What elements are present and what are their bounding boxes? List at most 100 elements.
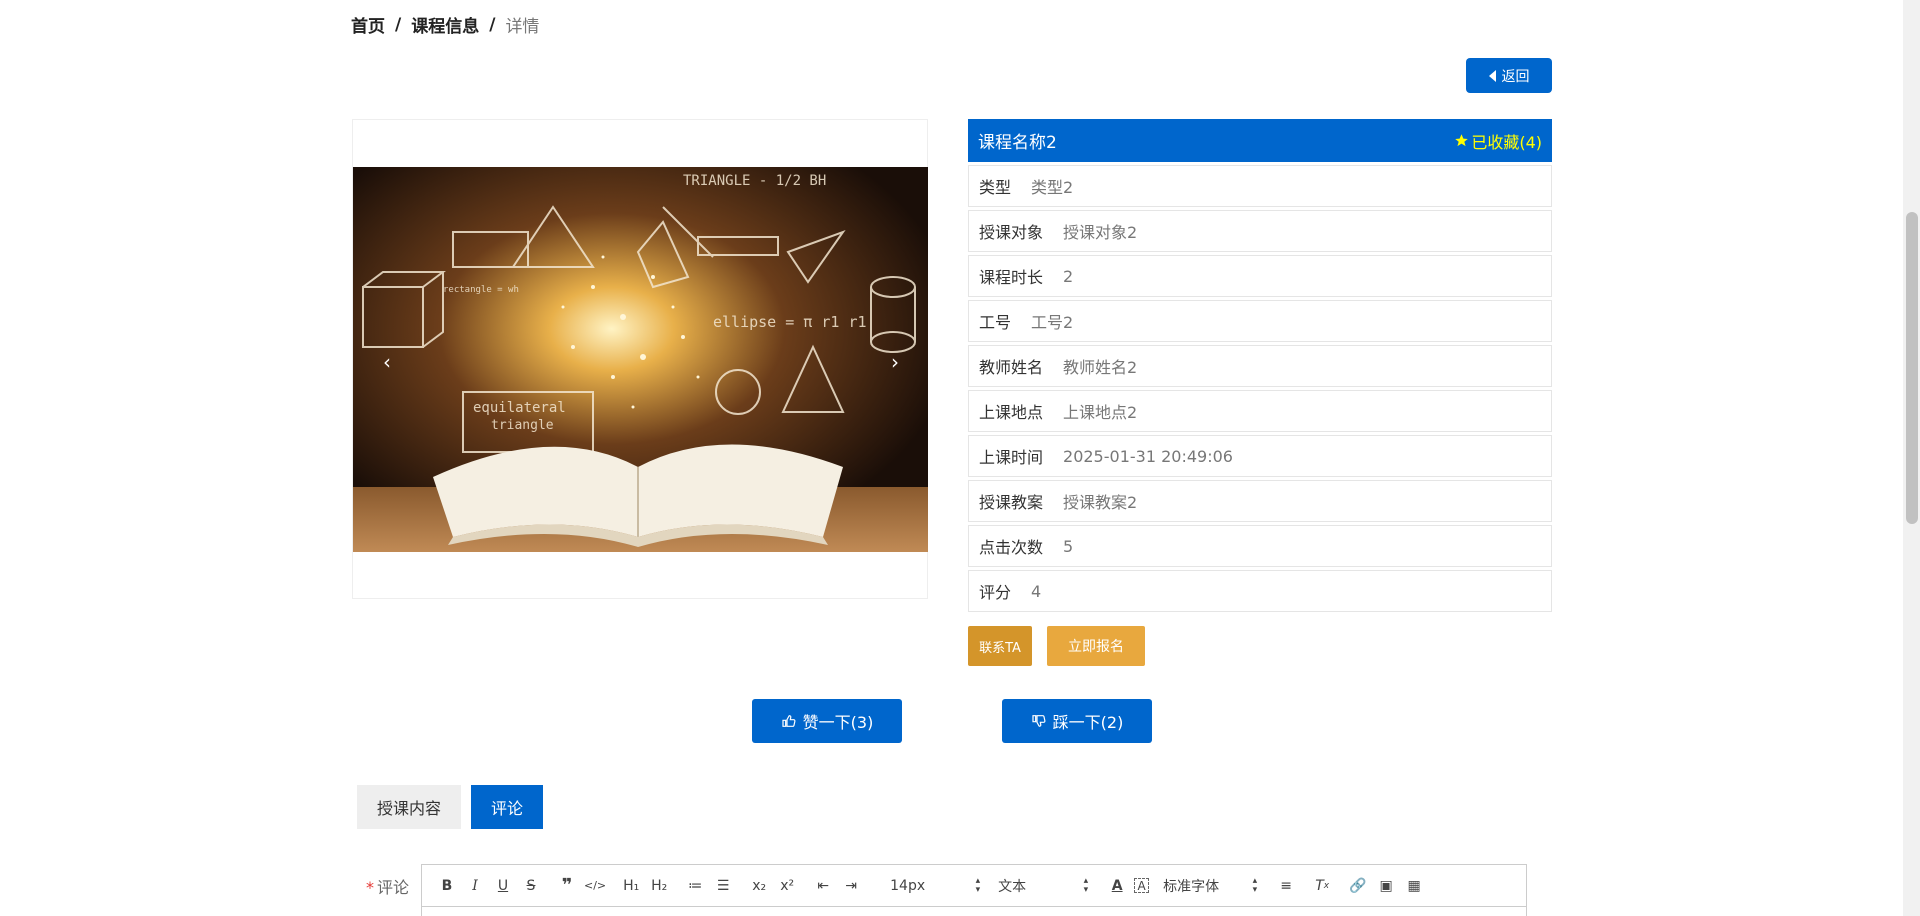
info-row-time: 上课时间 2025-01-31 20:49:06 (968, 435, 1552, 477)
thumbs-down-icon (1032, 715, 1046, 727)
info-value: 5 (1063, 536, 1074, 556)
course-title: 课程名称2 (978, 133, 1057, 153)
like-button[interactable]: 赞一下(3) (752, 699, 902, 743)
svg-text:triangle: triangle (491, 418, 554, 433)
course-info-panel: 课程名称2 已收藏(4) 类型 类型2 授课对象 授课对象2 课程时长 2 工号 工号2… (968, 119, 1552, 612)
info-value: 2025-01-31 20:49:06 (1063, 446, 1233, 466)
bullet-list-icon[interactable]: ☰ (712, 875, 734, 897)
carousel-next-button[interactable]: › (891, 350, 899, 374)
heading-1-icon[interactable]: H₁ (620, 875, 642, 897)
contact-button[interactable]: 联系TA (968, 626, 1032, 666)
info-key: 课程时长 (979, 268, 1044, 287)
back-button[interactable]: 返回 (1466, 58, 1552, 93)
caret-left-icon (1488, 69, 1496, 82)
info-value: 教师姓名2 (1063, 358, 1138, 377)
breadcrumb: 首页 / 课程信息 / 详情 (351, 12, 540, 38)
font-size-value: 14px (890, 877, 926, 894)
info-key: 授课对象 (979, 223, 1044, 242)
outdent-icon[interactable]: ⇤ (812, 875, 834, 897)
image-carousel: TRIANGLE - 1/2 BH ellipse = π r1 r1 equi… (352, 119, 928, 599)
info-value: 工号2 (1031, 313, 1074, 332)
align-icon[interactable]: ≡ (1275, 875, 1297, 897)
info-row-type: 类型 类型2 (968, 165, 1552, 207)
comment-label: * 评论 (366, 874, 409, 898)
info-row-location: 上课地点 上课地点2 (968, 390, 1552, 432)
course-image: TRIANGLE - 1/2 BH ellipse = π r1 r1 equi… (353, 167, 928, 552)
underline-icon[interactable]: U (492, 875, 514, 897)
info-row-lesson-plan: 授课教案 授课教案2 (968, 480, 1552, 522)
font-family-value: 标准字体 (1163, 878, 1220, 895)
info-value: 4 (1031, 581, 1042, 601)
dislike-button[interactable]: 踩一下(2) (1002, 699, 1152, 743)
info-value: 授课对象2 (1063, 223, 1138, 242)
info-row-audience: 授课对象 授课对象2 (968, 210, 1552, 252)
video-icon[interactable]: ▦ (1403, 875, 1425, 897)
background-color-icon[interactable]: A (1134, 878, 1150, 893)
tab-comment[interactable]: 评论 (471, 785, 543, 829)
code-block-icon[interactable]: </> (584, 875, 606, 897)
font-color-icon[interactable]: A (1106, 875, 1128, 897)
select-arrows-icon: ▴ ▾ (975, 875, 981, 895)
info-key: 教师姓名 (979, 358, 1044, 377)
info-value: 上课地点2 (1063, 403, 1138, 422)
info-value: 类型2 (1031, 178, 1074, 197)
blockquote-icon[interactable]: ❞ (556, 875, 578, 897)
header-select[interactable]: 文本 ▴ ▾ (998, 876, 1088, 896)
comment-label-text: 评论 (377, 878, 410, 897)
info-row-rating: 评分 4 (968, 570, 1552, 612)
bold-icon[interactable]: B (436, 875, 458, 897)
clear-format-icon[interactable]: Tx (1311, 875, 1333, 897)
required-mark: * (366, 878, 374, 897)
back-button-label: 返回 (1501, 68, 1530, 85)
enroll-button[interactable]: 立即报名 (1047, 626, 1145, 666)
superscript-icon[interactable]: x² (776, 875, 798, 897)
info-key: 类型 (979, 178, 1012, 197)
page-scrollbar[interactable] (1903, 0, 1920, 916)
breadcrumb-current: 详情 (505, 17, 540, 37)
course-title-bar: 课程名称2 已收藏(4) (968, 119, 1552, 162)
info-row-staff-id: 工号 工号2 (968, 300, 1552, 342)
info-row-teacher: 教师姓名 教师姓名2 (968, 345, 1552, 387)
link-icon[interactable]: 🔗 (1347, 875, 1369, 897)
heading-2-icon[interactable]: H₂ (648, 875, 670, 897)
info-row-clicks: 点击次数 5 (968, 525, 1552, 567)
image-icon[interactable]: ▣ (1375, 875, 1397, 897)
breadcrumb-separator: / (395, 14, 402, 35)
collect-label: 已收藏(4) (1471, 132, 1542, 152)
select-arrows-icon: ▴ ▾ (1083, 875, 1089, 895)
info-key: 点击次数 (979, 538, 1044, 557)
info-key: 上课时间 (979, 448, 1044, 467)
tab-course-content[interactable]: 授课内容 (357, 785, 461, 829)
svg-text:rectangle = wh: rectangle = wh (443, 285, 519, 295)
strike-icon[interactable]: S (520, 875, 542, 897)
info-value: 2 (1063, 266, 1074, 286)
svg-text:TRIANGLE - 1/2 BH: TRIANGLE - 1/2 BH (683, 173, 826, 189)
italic-icon[interactable]: I (464, 875, 486, 897)
font-size-select[interactable]: 14px ▴ ▾ (890, 875, 981, 895)
ordered-list-icon[interactable]: ≔ (684, 875, 706, 897)
breadcrumb-separator: / (489, 14, 496, 35)
subscript-icon[interactable]: x₂ (748, 875, 770, 897)
info-key: 上课地点 (979, 403, 1044, 422)
collect-button[interactable]: 已收藏(4) (1454, 129, 1542, 153)
svg-text:ellipse = π r1 r1: ellipse = π r1 r1 (713, 313, 867, 331)
indent-icon[interactable]: ⇥ (840, 875, 862, 897)
info-key: 评分 (979, 583, 1012, 602)
comment-editor: B I U S ❞ </> H₁ H₂ ≔ ☰ x₂ x² ⇤ ⇥ 14px ▴… (421, 864, 1527, 916)
star-icon (1455, 134, 1469, 147)
info-row-duration: 课程时长 2 (968, 255, 1552, 297)
font-family-select[interactable]: 标准字体 ▴ ▾ (1163, 876, 1257, 896)
info-key: 授课教案 (979, 493, 1044, 512)
thumbs-up-icon (782, 715, 796, 727)
breadcrumb-section[interactable]: 课程信息 (411, 12, 479, 37)
editor-toolbar: B I U S ❞ </> H₁ H₂ ≔ ☰ x₂ x² ⇤ ⇥ 14px ▴… (422, 865, 1526, 907)
select-arrows-icon: ▴ ▾ (1252, 875, 1258, 895)
carousel-prev-button[interactable]: ‹ (383, 350, 391, 374)
breadcrumb-home[interactable]: 首页 (351, 12, 385, 37)
scrollbar-thumb[interactable] (1906, 212, 1918, 524)
like-label: 赞一下(3) (802, 713, 874, 732)
header-value: 文本 (998, 878, 1027, 895)
info-value: 授课教案2 (1063, 493, 1138, 512)
info-key: 工号 (979, 313, 1012, 332)
dislike-label: 踩一下(2) (1052, 713, 1124, 732)
